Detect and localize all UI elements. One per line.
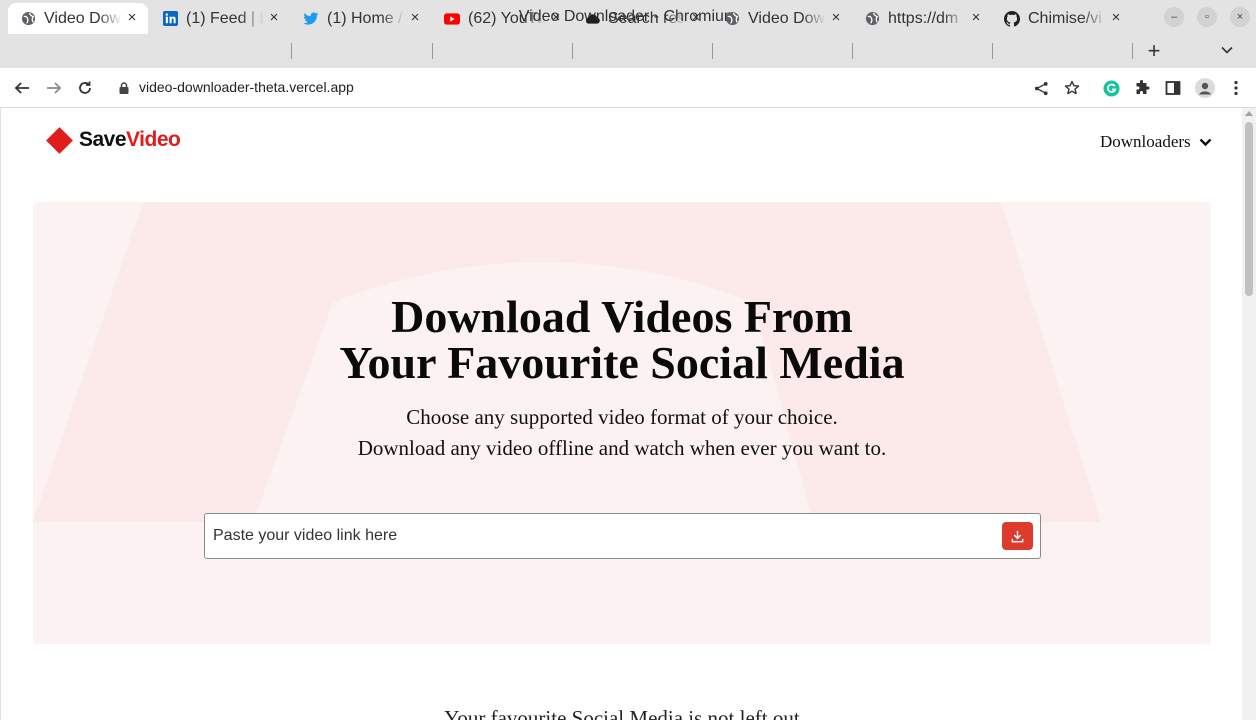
kebab-menu-icon[interactable] [1226,78,1246,98]
tab-label: Video Downloader [748,9,826,27]
cloud-icon [584,11,600,27]
tab-label: Video Downloader [44,9,122,27]
tab-separator [1132,43,1133,59]
tab-label: (1) Home / Twitter [327,9,405,27]
share-icon[interactable] [1031,78,1051,98]
tab-separator [992,43,993,59]
tab-strip [0,34,1256,68]
tab-search-chevron-icon[interactable] [1220,43,1234,62]
new-tab-button[interactable]: + [1143,38,1165,64]
video-link-search-box [204,513,1041,559]
download-button[interactable] [1002,522,1033,550]
download-icon [1011,530,1024,542]
headline-line-2: Your Favourite Social Media [339,337,905,388]
scroll-up-arrow-icon[interactable] [1245,111,1253,116]
browser-toolbar: video-downloader-theta.vercel.app [0,68,1256,108]
hero-subtitle-1: Choose any supported video format of you… [406,405,838,429]
tab-separator [291,43,292,59]
tab-label: https://dm [888,9,959,27]
tab-close-icon[interactable]: × [1108,9,1124,26]
globe-icon [20,11,36,27]
bookmark-star-icon[interactable] [1062,78,1082,98]
page-scrollbar[interactable] [1242,108,1256,720]
scrollbar-thumb[interactable] [1245,122,1253,296]
downloaders-dropdown-label: Downloaders [1100,132,1191,151]
logo-text-video: Video [126,128,181,151]
tab-close-icon[interactable]: × [688,9,704,26]
tab-label: (1) Feed | LinkedIn [186,9,264,27]
lock-icon[interactable] [114,78,134,98]
side-panel-icon[interactable] [1163,78,1183,98]
globe-icon [864,11,880,27]
tab-close-icon[interactable]: × [548,9,564,26]
youtube-icon [444,11,460,27]
tab-close-icon[interactable]: × [407,9,423,26]
tab-close-icon[interactable]: × [124,9,140,26]
section-heading: Your favourite Social Media is not left … [444,706,800,720]
tab-github[interactable]: Chimise/vi × [992,3,1132,34]
video-link-input[interactable] [205,514,985,558]
globe-icon [724,11,740,27]
maximize-button[interactable]: ▫ [1197,7,1217,27]
github-icon [1004,10,1020,27]
site-logo[interactable]: Save Video [46,126,181,154]
grammarly-icon[interactable] [1101,78,1121,98]
tab-search-results[interactable]: Search results × [572,3,712,34]
downloaders-dropdown[interactable]: Downloaders [1100,132,1212,152]
tab-separator [712,43,713,59]
tab-linkedin[interactable]: (1) Feed | LinkedIn × [150,3,290,34]
linkedin-icon [162,11,178,27]
chevron-down-icon [1199,132,1212,152]
reload-icon[interactable] [75,78,95,98]
close-window-button[interactable]: × [1230,7,1250,27]
tab-label: Search results [608,9,686,27]
tab-dm-link[interactable]: https://dm × [852,3,992,34]
tab-separator [572,43,573,59]
tab-close-icon[interactable]: × [828,9,844,26]
tab-video-downloader-2[interactable]: Video Downloader × [712,3,852,34]
extensions-puzzle-icon[interactable] [1132,78,1152,98]
tab-youtube[interactable]: (62) YouTube × [432,3,572,34]
tab-separator [852,43,853,59]
back-arrow-icon[interactable] [12,78,32,98]
forward-arrow-icon[interactable] [44,78,64,98]
hero-subtitle-2: Download any video offline and watch whe… [357,436,887,460]
tab-close-icon[interactable]: × [266,9,282,26]
minimize-button[interactable]: – [1164,7,1184,27]
headline-line-1: Download Videos From [391,291,853,342]
hero-headline: Download Videos From Your Favourite Soci… [33,294,1211,386]
address-bar-url[interactable]: video-downloader-theta.vercel.app [139,79,354,95]
logo-text-save: Save [79,128,127,151]
tab-separator [432,43,433,59]
tab-twitter[interactable]: (1) Home / Twitter × [291,3,431,34]
tab-video-downloader[interactable]: Video Downloader × [8,3,148,34]
twitter-icon [303,11,319,27]
logo-diamond-icon [46,126,73,154]
profile-avatar-icon[interactable] [1195,78,1215,98]
hero-section: Download Videos From Your Favourite Soci… [33,202,1211,644]
tab-label: (62) YouTube [468,9,546,27]
tab-label: Chimise/vi [1028,9,1102,27]
tab-close-icon[interactable]: × [968,9,984,26]
web-page: Save Video Downloaders Download Videos Fr… [0,108,1242,720]
